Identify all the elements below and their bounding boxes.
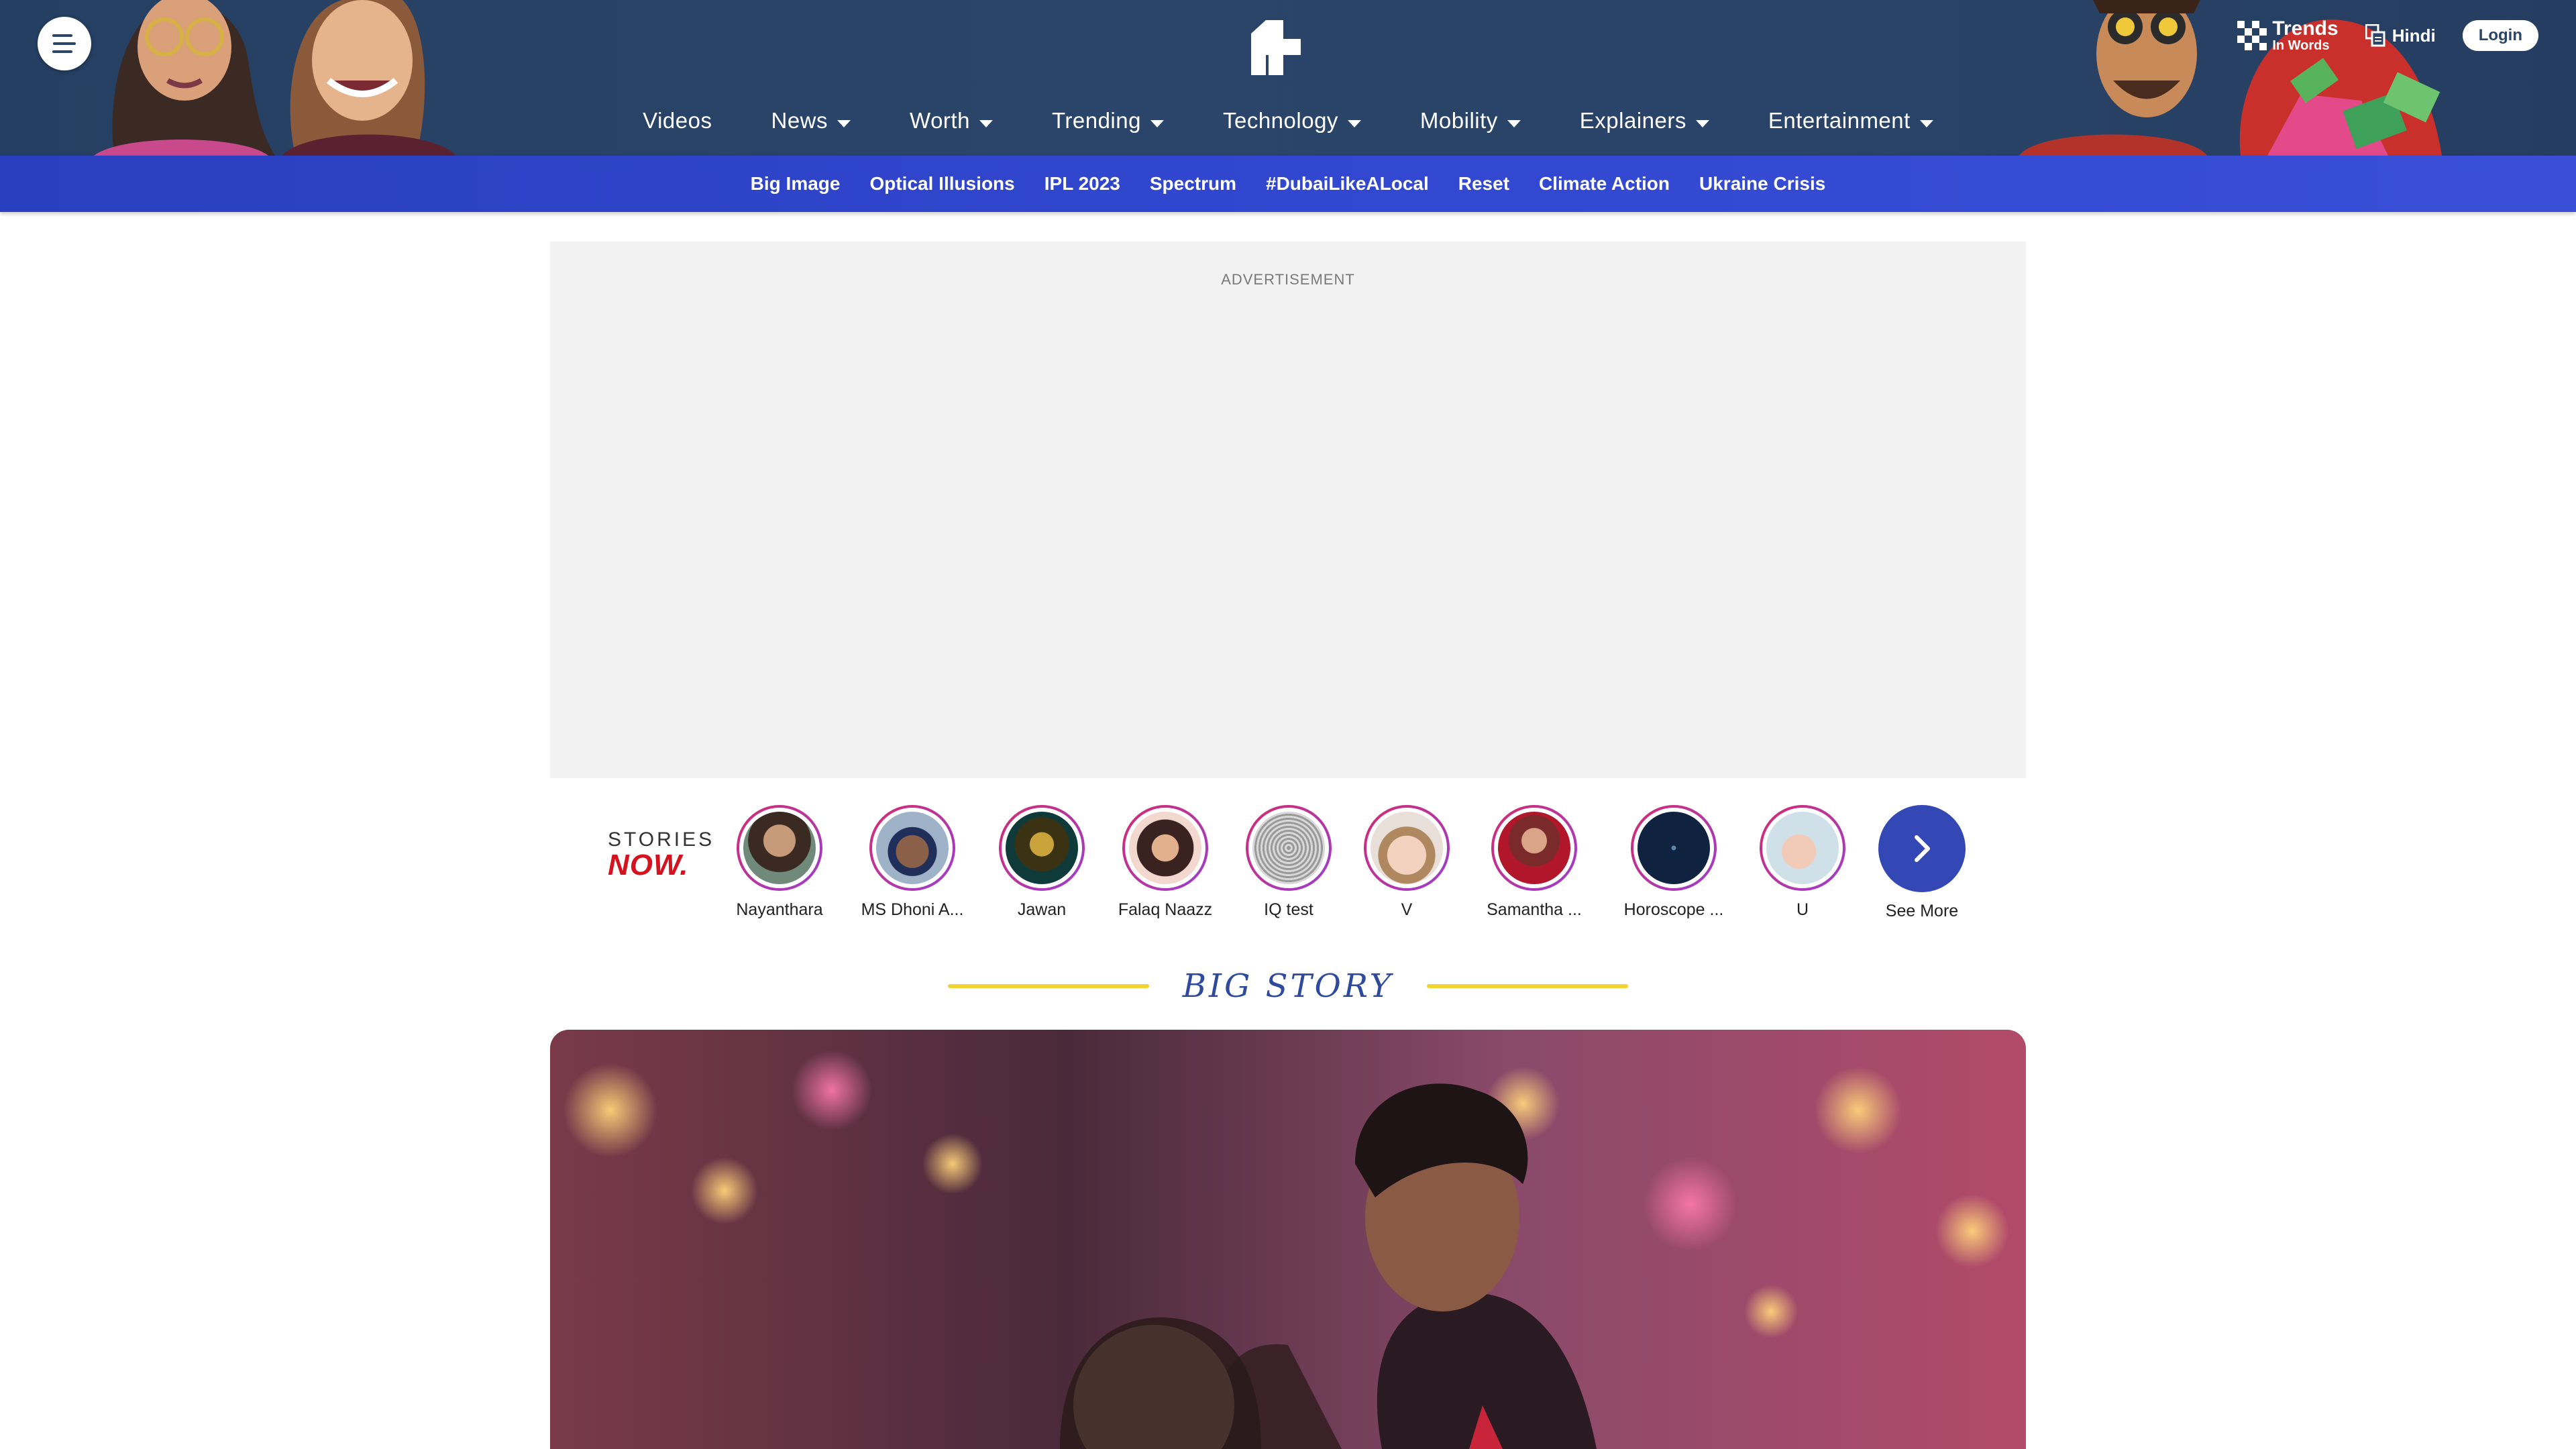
caret-down-icon [1695,119,1709,127]
stories-brand-bottom: NOW. [608,849,689,881]
see-more-circle [1878,805,1966,892]
topic-dubai-like-a-local[interactable]: #DubaiLikeALocal [1266,173,1429,195]
big-story-photo [550,1030,2026,1449]
topic-climate-action[interactable]: Climate Action [1539,173,1670,195]
story-item[interactable]: Falaq Naazz [1105,805,1226,920]
story-item[interactable]: U [1742,805,1863,920]
topic-ipl-2023[interactable]: IPL 2023 [1044,173,1120,195]
heading-divider-right [1427,984,1629,988]
site-header: Videos News Worth Trending Technology Mo… [0,0,2576,156]
nav-label: Videos [643,108,712,133]
see-more-stories-button[interactable]: See More [1862,805,1982,921]
topic-optical-illusions[interactable]: Optical Illusions [869,173,1014,195]
story-ring [1760,805,1845,891]
story-thumbnail [743,812,816,884]
story-ring [737,805,822,891]
topic-ukraine-crisis[interactable]: Ukraine Crisis [1699,173,1825,195]
heading-divider-left [947,984,1149,988]
stories-now-logo: STORIES NOW. [608,829,714,880]
caret-down-icon [1347,119,1361,127]
story-thumbnail [1129,812,1201,884]
stories-brand-top: STORIES [608,828,715,851]
story-item[interactable]: V [1346,805,1467,920]
nav-item-entertainment[interactable]: Entertainment [1739,101,1963,141]
menu-line [52,50,72,53]
story-label: Samantha ... [1487,900,1582,919]
language-label: Hindi [2392,25,2436,46]
story-ring [999,805,1085,891]
caret-down-icon [837,119,851,127]
nav-label: Worth [910,108,970,133]
story-label: V [1401,900,1413,919]
story-thumbnail [1498,812,1570,884]
story-ring [1364,805,1450,891]
big-story-title: BIG STORY [1182,967,1394,1005]
topic-spectrum[interactable]: Spectrum [1150,173,1236,195]
nav-item-trending[interactable]: Trending [1022,101,1193,141]
story-item[interactable]: Nayanthara [719,805,840,920]
nav-item-explainers[interactable]: Explainers [1550,101,1739,141]
story-ring [1631,805,1717,891]
nav-label: Technology [1222,108,1338,133]
caret-down-icon [1507,119,1521,127]
chevron-right-icon [1915,835,1930,862]
story-thumbnail [1371,812,1443,884]
trends-grid-icon [2237,21,2267,50]
see-more-label: See More [1885,902,1959,920]
story-ring [1491,805,1577,891]
story-thumbnail [1766,812,1839,884]
advertisement-slot[interactable]: ADVERTISEMENT [550,241,2026,778]
story-label: Falaq Naazz [1118,900,1213,919]
story-label: U [1796,900,1809,919]
nav-item-mobility[interactable]: Mobility [1391,101,1550,141]
story-label: Nayanthara [736,900,823,919]
nav-item-worth[interactable]: Worth [880,101,1022,141]
caret-down-icon [979,119,993,127]
story-item[interactable]: MS Dhoni A... [852,805,973,920]
story-ring [1246,805,1332,891]
login-button[interactable]: Login [2462,20,2538,51]
nav-label: News [771,108,828,133]
story-thumbnail [876,812,949,884]
trends-subtitle: In Words [2272,38,2330,53]
story-item[interactable]: Horoscope ... [1613,805,1734,920]
big-story-heading: BIG STORY [0,966,2576,1006]
trends-in-words-link[interactable]: Trends In Words [2237,17,2339,53]
caret-down-icon [1919,119,1933,127]
story-item[interactable]: Jawan [981,805,1102,920]
hamburger-menu-button[interactable] [38,17,91,70]
trends-title: Trends [2272,17,2339,40]
story-label: IQ test [1264,900,1313,919]
trending-topics-bar: Big Image Optical Illusions IPL 2023 Spe… [0,156,2576,212]
story-item[interactable]: IQ test [1228,805,1349,920]
story-label: Horoscope ... [1623,900,1724,919]
language-icon [2365,24,2385,47]
nav-item-news[interactable]: News [741,101,880,141]
stories-carousel: STORIES NOW. Nayanthara MS Dhoni A... Ja… [550,798,2026,932]
caret-down-icon [1150,119,1164,127]
nav-label: Mobility [1419,108,1498,133]
site-logo[interactable] [1238,13,1307,80]
story-thumbnail [1252,812,1325,884]
language-switch-hindi[interactable]: Hindi [2365,24,2436,47]
topic-big-image[interactable]: Big Image [751,173,841,195]
topic-reset[interactable]: Reset [1458,173,1509,195]
menu-line [53,42,76,45]
story-thumbnail [1006,812,1078,884]
story-label: MS Dhoni A... [861,900,964,919]
menu-line [52,34,72,37]
story-ring [1122,805,1208,891]
big-story-image[interactable] [550,1030,2026,1449]
nav-item-technology[interactable]: Technology [1193,101,1391,141]
story-ring [869,805,955,891]
story-label: Jawan [1017,900,1067,919]
header-actions: Trends In Words Hindi Login [2237,19,2538,52]
nav-label: Trending [1051,108,1141,133]
nav-item-videos[interactable]: Videos [613,101,741,141]
advertisement-label: ADVERTISEMENT [1221,271,1355,288]
nav-label: Entertainment [1768,108,1911,133]
nav-label: Explainers [1579,108,1686,133]
story-thumbnail [1638,812,1710,884]
story-item[interactable]: Samantha ... [1474,805,1595,920]
